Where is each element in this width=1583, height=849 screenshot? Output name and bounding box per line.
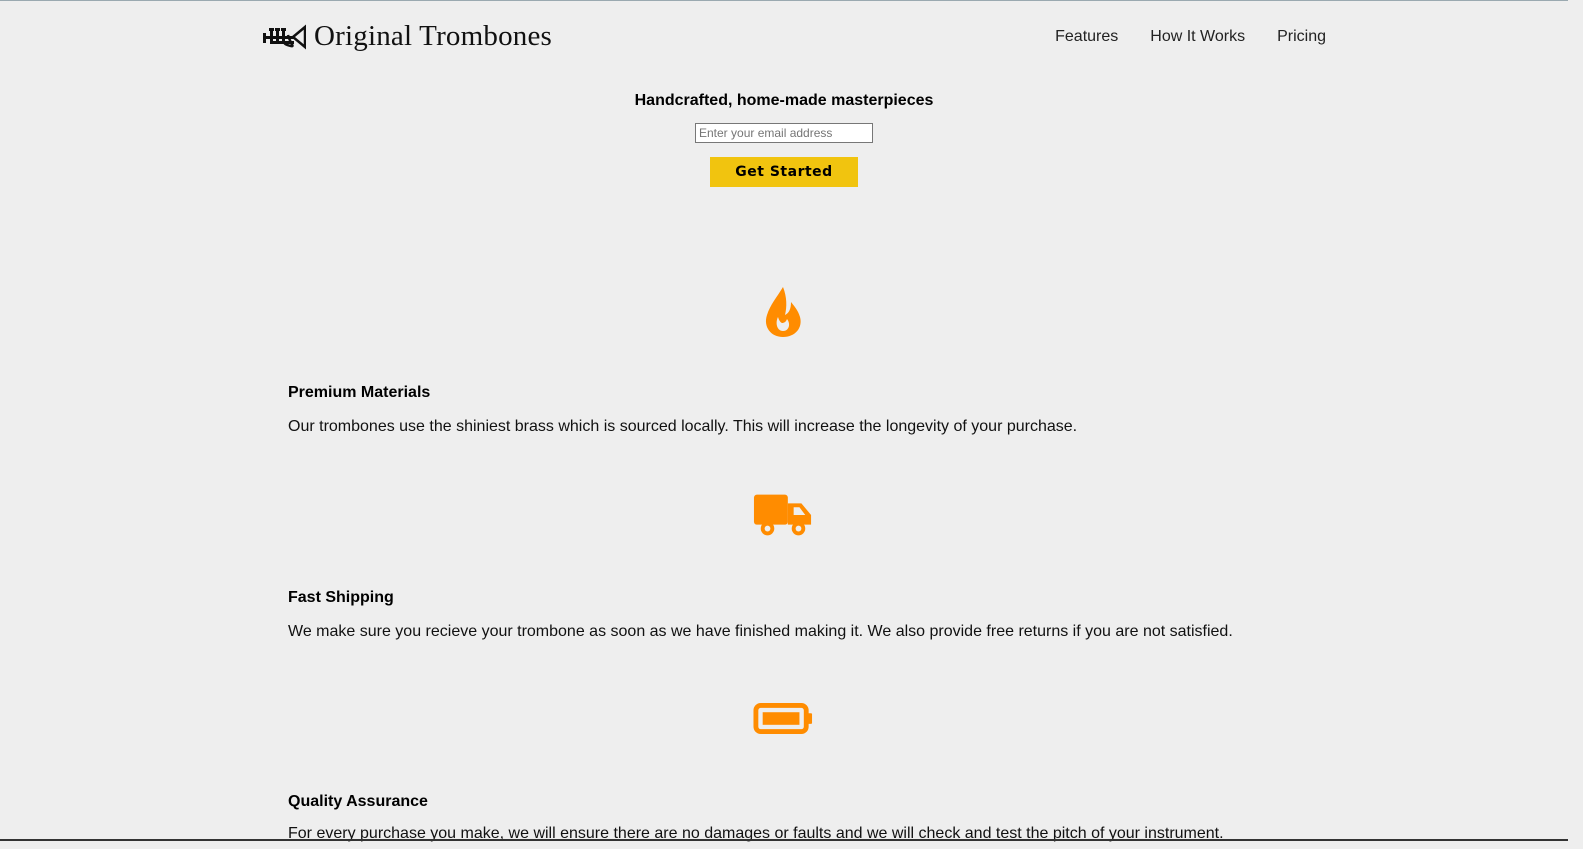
nav-link-pricing[interactable]: Pricing — [1277, 28, 1326, 46]
truck-icon — [753, 485, 813, 545]
nav-link-features[interactable]: Features — [1055, 28, 1118, 46]
main-nav: Features How It Works Pricing — [1023, 28, 1326, 46]
hero-section: Handcrafted, home-made masterpieces Get … — [0, 92, 1568, 187]
battery-full-icon — [753, 689, 813, 749]
feature-desc-premium-materials: Our trombones use the shiniest brass whi… — [288, 418, 1078, 435]
bottom-border — [0, 839, 1568, 841]
get-started-button[interactable]: Get Started — [710, 157, 858, 187]
email-input[interactable] — [695, 123, 873, 143]
brand-logo[interactable]: Original Trombones — [262, 20, 552, 53]
feature-title-quality-assurance: Quality Assurance — [288, 793, 428, 810]
feature-desc-fast-shipping: We make sure you recieve your trombone a… — [288, 623, 1233, 640]
site-header: Original Trombones Features How It Works… — [0, 0, 1568, 80]
hero-heading: Handcrafted, home-made masterpieces — [634, 92, 934, 109]
brand-name: Original Trombones — [314, 20, 553, 52]
trumpet-icon — [263, 24, 306, 49]
feature-title-fast-shipping: Fast Shipping — [288, 589, 394, 606]
feature-title-premium-materials: Premium Materials — [288, 384, 431, 401]
scrollbar-track[interactable] — [1568, 0, 1583, 849]
fire-icon — [753, 282, 813, 342]
nav-link-how-it-works[interactable]: How It Works — [1150, 28, 1245, 46]
